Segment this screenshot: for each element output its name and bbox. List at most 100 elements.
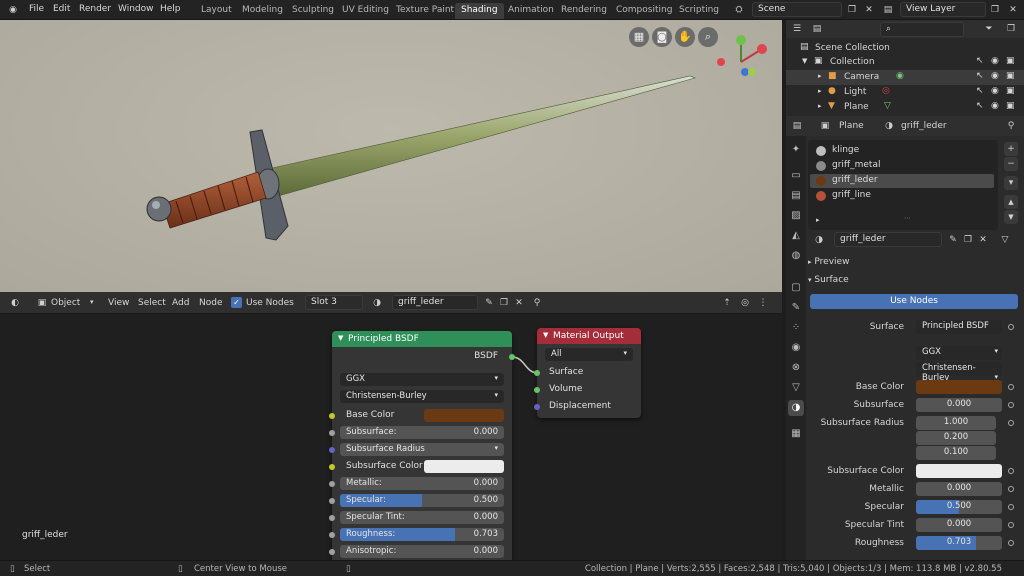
duplicate-material-icon[interactable]: ❐ (497, 296, 511, 310)
physics-tab-icon[interactable]: ◉ (788, 340, 804, 356)
unlink-material-icon[interactable]: ✕ (976, 233, 990, 247)
select-arrow-icon[interactable]: ↖ (976, 101, 984, 111)
tab-compositing[interactable]: Compositing (610, 3, 678, 19)
fake-user-icon[interactable]: ✎ (482, 296, 496, 310)
preview-panel-header[interactable]: ▸ Preview (808, 254, 1024, 270)
displacement-input-socket[interactable] (534, 404, 540, 410)
select-arrow-icon[interactable]: ↖ (976, 71, 984, 81)
eye-icon[interactable]: ◉ (991, 56, 999, 66)
subsurface-radius-socket[interactable] (329, 447, 335, 453)
tab-sculpting[interactable]: Sculpting (286, 3, 340, 19)
move-up-icon[interactable]: ▲ (1004, 195, 1018, 209)
blender-logo-icon[interactable]: ◉ (6, 3, 20, 17)
menu-file[interactable]: File (29, 4, 44, 14)
menu-node[interactable]: Node (199, 298, 223, 308)
editor-type-icon[interactable]: ▤ (790, 119, 804, 133)
select-arrow-icon[interactable]: ↖ (976, 86, 984, 96)
specular-socket[interactable] (329, 498, 335, 504)
camera-render-icon[interactable]: ▣ (1006, 56, 1015, 66)
expand-icon[interactable]: ▸ (816, 216, 820, 224)
properties-editor[interactable]: ▤ ▣ Plane ◑ griff_leder ⚲ ✦ ▭ ▤ ▨ ◭ ◍ ▢ … (786, 116, 1024, 560)
tool-tab-icon[interactable]: ✦ (788, 142, 804, 158)
node-title[interactable]: ▼ Material Output (537, 328, 641, 344)
expand-icon[interactable]: ▸ (818, 102, 822, 110)
list-item[interactable]: klinge (810, 144, 994, 158)
tab-scripting[interactable]: Scripting (673, 3, 725, 19)
socket-link-icon[interactable] (1008, 402, 1014, 408)
link-type-icon[interactable]: ▽ (998, 233, 1012, 247)
3d-viewport[interactable]: ▦ ◙ ✋ ⌕ (0, 20, 782, 292)
use-nodes-checkbox[interactable]: ✓ (231, 297, 242, 308)
socket-link-icon[interactable] (1008, 486, 1014, 492)
subsurface-color-socket[interactable] (329, 464, 335, 470)
roughness-slider[interactable]: 0.703 (916, 536, 1002, 550)
specular-tint-field[interactable]: Specular Tint: 0.000 (340, 511, 504, 524)
socket-link-icon[interactable] (1008, 504, 1014, 510)
material-name-field[interactable]: griff_leder (392, 295, 478, 310)
subsurface-method-dropdown[interactable]: Christensen-Burley ▾ (916, 362, 1002, 383)
subsurface-method-dropdown[interactable]: Christensen-Burley ▾ (340, 390, 504, 403)
specular-tint-socket[interactable] (329, 515, 335, 521)
parent-node-tree-icon[interactable]: ⇡ (720, 296, 734, 310)
view-layer-icon[interactable]: ▤ (881, 3, 895, 17)
material-tab-icon[interactable]: ◑ (788, 400, 804, 416)
menu-select[interactable]: Select (138, 298, 166, 308)
object-tab-icon[interactable]: ▢ (788, 280, 804, 296)
roughness-slider[interactable]: Roughness: 0.703 (340, 528, 504, 541)
outliner-collection[interactable]: ▼ ▣ Collection ↖ ◉ ▣ (786, 55, 1024, 70)
list-item[interactable]: griff_metal (810, 159, 994, 173)
socket-link-icon[interactable] (1008, 468, 1014, 474)
subsurface-field[interactable]: 0.000 (916, 398, 1002, 412)
subsurface-radius-z[interactable]: 0.100 (916, 446, 996, 460)
remove-slot-icon[interactable]: − (1004, 157, 1018, 171)
subsurface-color-swatch[interactable] (424, 460, 504, 473)
base-color-socket[interactable] (329, 413, 335, 419)
world-tab-icon[interactable]: ◍ (788, 248, 804, 264)
expand-icon[interactable]: ▸ (818, 72, 822, 80)
shader-type-dropdown[interactable]: Object (51, 298, 80, 308)
filter-icon[interactable]: ⏷ (982, 22, 996, 36)
camera-view-icon[interactable]: ◙ (652, 27, 672, 47)
subsurface-socket[interactable] (329, 430, 335, 436)
material-slot-list[interactable]: klinge griff_metal griff_leder griff_lin… (808, 140, 998, 230)
subsurface-color-swatch[interactable] (916, 464, 1002, 478)
menu-view[interactable]: View (108, 298, 129, 308)
distribution-dropdown[interactable]: GGX ▾ (916, 346, 1002, 360)
select-arrow-icon[interactable]: ↖ (976, 56, 984, 66)
roughness-socket[interactable] (329, 532, 335, 538)
view-layer-tab-icon[interactable]: ▨ (788, 208, 804, 224)
menu-edit[interactable]: Edit (53, 4, 70, 14)
outliner[interactable]: ☰ ▤ ⌕ ⏷ ❐ ▤ Scene Collection ▼ ▣ Collect… (786, 20, 1024, 116)
expand-icon[interactable]: ▼ (802, 57, 807, 65)
scene-selector[interactable]: Scene (752, 2, 842, 17)
new-collection-icon[interactable]: ❐ (1004, 22, 1018, 36)
tab-shading[interactable]: Shading (455, 3, 504, 19)
display-mode-icon[interactable]: ▤ (810, 22, 824, 36)
new-scene-icon[interactable]: ❐ (845, 3, 859, 17)
volume-input-socket[interactable] (534, 387, 540, 393)
socket-link-icon[interactable] (1008, 420, 1014, 426)
menu-render[interactable]: Render (79, 4, 111, 14)
base-color-swatch[interactable] (916, 380, 1002, 394)
snap-type-icon[interactable]: ⋮ (756, 296, 770, 310)
outliner-search-input[interactable]: ⌕ (880, 22, 964, 37)
metallic-socket[interactable] (329, 481, 335, 487)
view-layer-selector[interactable]: View Layer (900, 2, 986, 17)
tab-modeling[interactable]: Modeling (236, 3, 289, 19)
move-down-icon[interactable]: ▼ (1004, 210, 1018, 224)
node-editor-canvas[interactable]: griff_leder ▼ Principled BSDF BSDF GGX ▾ C… (0, 314, 782, 560)
eye-icon[interactable]: ◉ (991, 86, 999, 96)
outliner-scene-collection[interactable]: ▤ Scene Collection (786, 41, 1024, 56)
list-item[interactable]: griff_leder (810, 174, 994, 188)
resize-handle-icon[interactable]: ⋯ (904, 214, 911, 222)
unlink-material-icon[interactable]: ✕ (512, 296, 526, 310)
specular-slider[interactable]: Specular: 0.500 (340, 494, 504, 507)
fake-user-icon[interactable]: ✎ (946, 233, 960, 247)
tab-layout[interactable]: Layout (195, 3, 238, 19)
duplicate-material-icon[interactable]: ❐ (961, 233, 975, 247)
modifier-tab-icon[interactable]: ✎ (788, 300, 804, 316)
distribution-dropdown[interactable]: GGX ▾ (340, 373, 504, 386)
tab-rendering[interactable]: Rendering (555, 3, 613, 19)
subsurface-radius-dropdown[interactable]: Subsurface Radius ▾ (340, 443, 504, 456)
socket-link-icon[interactable] (1008, 384, 1014, 390)
